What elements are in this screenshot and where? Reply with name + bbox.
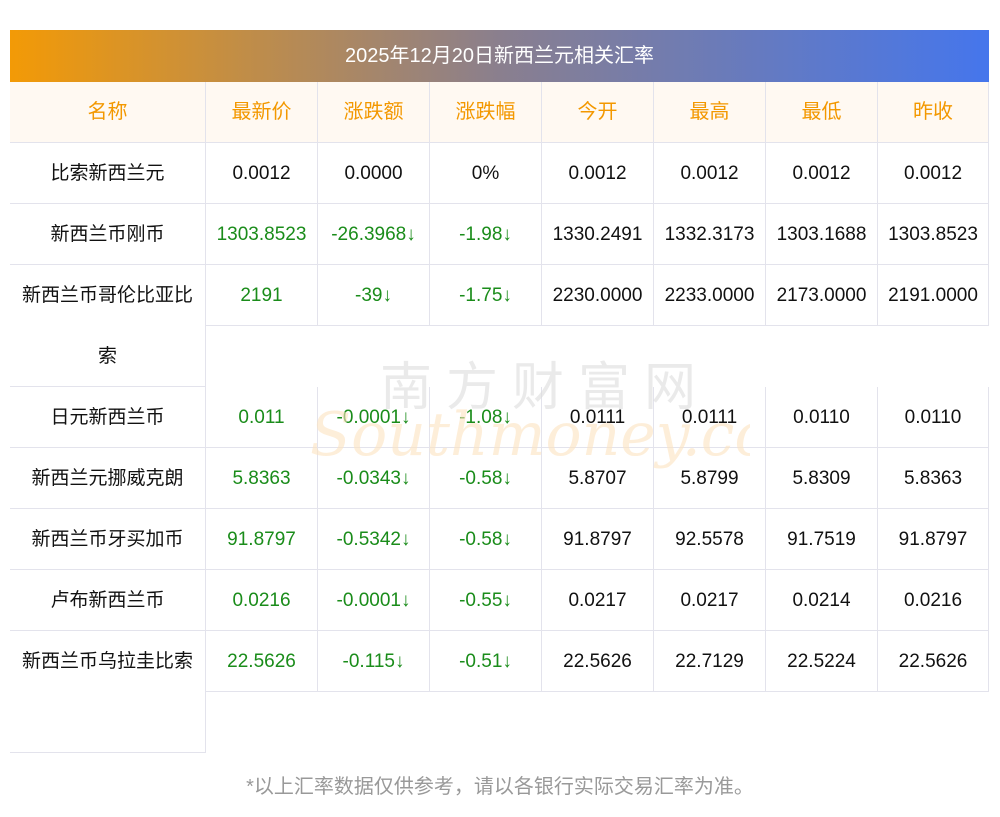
currency-name: 新西兰币乌拉圭比索 [10, 631, 206, 753]
rate-cell: 5.8309 [766, 448, 878, 509]
rate-cell: -0.5342↓ [318, 509, 430, 570]
column-header: 昨收 [878, 82, 989, 143]
table-row: 卢布新西兰币 0.0216 -0.0001↓ -0.55↓ 0.0217 0.0217 0.… [10, 570, 989, 631]
rate-cell: 2191.0000 [878, 265, 989, 326]
rate-cell: 22.5626 [206, 631, 318, 692]
table-row: 日元新西兰币 0.011 -0.0001↓ -1.08↓ 0.0111 0.0111 0.0… [10, 387, 989, 448]
rate-cell: 0.0216 [878, 570, 989, 631]
rate-cell: 0.0111 [654, 387, 766, 448]
rate-cell: -0.0001↓ [318, 387, 430, 448]
exchange-rate-table: 名称 最新价 涨跌额 涨跌幅 今开 最高 最低 昨收 比索新西兰元 0.0012 0.0000 0%… [10, 82, 989, 753]
column-header: 涨跌幅 [430, 82, 542, 143]
rate-cell: 0.0012 [206, 143, 318, 204]
rate-cell: 0.0217 [542, 570, 654, 631]
rate-cell: 0.011 [206, 387, 318, 448]
rate-cell: 5.8707 [542, 448, 654, 509]
rate-cell: 2173.0000 [766, 265, 878, 326]
rate-cell: 5.8363 [878, 448, 989, 509]
rate-cell: -0.0001↓ [318, 570, 430, 631]
rate-cell: -1.08↓ [430, 387, 542, 448]
rate-cell: 2191 [206, 265, 318, 326]
currency-name: 日元新西兰币 [10, 387, 206, 448]
table-title: 2025年12月20日新西兰元相关汇率 [10, 30, 989, 82]
rate-cell: 1303.8523 [206, 204, 318, 265]
currency-name: 卢布新西兰币 [10, 570, 206, 631]
rate-cell: 92.5578 [654, 509, 766, 570]
rate-cell: 1330.2491 [542, 204, 654, 265]
rate-cell: 91.8797 [542, 509, 654, 570]
table-row: 新西兰元挪威克朗 5.8363 -0.0343↓ -0.58↓ 5.8707 5.8799… [10, 448, 989, 509]
rate-cell: 91.8797 [206, 509, 318, 570]
currency-name: 比索新西兰元 [10, 143, 206, 204]
rate-cell: 5.8799 [654, 448, 766, 509]
rate-cell: 22.5626 [878, 631, 989, 692]
rate-cell: 0.0111 [542, 387, 654, 448]
column-header: 最低 [766, 82, 878, 143]
table-row: 比索新西兰元 0.0012 0.0000 0% 0.0012 0.0012 0.0012 0.… [10, 143, 989, 204]
rate-cell: 0.0214 [766, 570, 878, 631]
rate-cell: 0.0217 [654, 570, 766, 631]
table-row: 新西兰币牙买加币 91.8797 -0.5342↓ -0.58↓ 91.8797 92.5… [10, 509, 989, 570]
rate-cell: 2230.0000 [542, 265, 654, 326]
rate-cell: 0.0012 [766, 143, 878, 204]
rate-cell: 0.0012 [878, 143, 989, 204]
rate-cell: 1303.1688 [766, 204, 878, 265]
rate-cell: 22.7129 [654, 631, 766, 692]
rate-cell: -26.3968↓ [318, 204, 430, 265]
rate-cell: 0.0012 [654, 143, 766, 204]
header-row: 名称 最新价 涨跌额 涨跌幅 今开 最高 最低 昨收 [10, 82, 989, 143]
rate-cell: -39↓ [318, 265, 430, 326]
column-header: 最高 [654, 82, 766, 143]
column-header: 涨跌额 [318, 82, 430, 143]
column-header: 今开 [542, 82, 654, 143]
rate-cell: -1.98↓ [430, 204, 542, 265]
table-row: 新西兰币乌拉圭比索 22.5626 -0.115↓ -0.51↓ 22.5626 22.7… [10, 631, 989, 753]
column-header: 名称 [10, 82, 206, 143]
rate-cell: -0.58↓ [430, 509, 542, 570]
rate-cell: 0.0216 [206, 570, 318, 631]
rate-cell: 0.0012 [542, 143, 654, 204]
table-row: 新西兰币刚币 1303.8523 -26.3968↓ -1.98↓ 1330.2491 1… [10, 204, 989, 265]
rate-cell: -1.75↓ [430, 265, 542, 326]
rate-cell: 1303.8523 [878, 204, 989, 265]
rate-cell: -0.51↓ [430, 631, 542, 692]
rate-cell: 91.8797 [878, 509, 989, 570]
currency-name: 新西兰元挪威克朗 [10, 448, 206, 509]
rate-cell: -0.55↓ [430, 570, 542, 631]
rate-cell: 0.0110 [766, 387, 878, 448]
rate-cell: 1332.3173 [654, 204, 766, 265]
disclaimer: *以上汇率数据仅供参考，请以各银行实际交易汇率为准。 [246, 776, 754, 798]
currency-name: 新西兰币哥伦比亚比索 [10, 265, 206, 387]
currency-name: 新西兰币牙买加币 [10, 509, 206, 570]
rate-cell: -0.0343↓ [318, 448, 430, 509]
rate-cell: 0% [430, 143, 542, 204]
rate-cell: 0.0110 [878, 387, 989, 448]
currency-name: 新西兰币刚币 [10, 204, 206, 265]
column-header: 最新价 [206, 82, 318, 143]
rate-cell: 91.7519 [766, 509, 878, 570]
rate-cell: 22.5626 [542, 631, 654, 692]
rate-cell: 5.8363 [206, 448, 318, 509]
rate-cell: 22.5224 [766, 631, 878, 692]
table-row: 新西兰币哥伦比亚比索 2191 -39↓ -1.75↓ 2230.0000 2233.00… [10, 265, 989, 387]
rate-cell: -0.58↓ [430, 448, 542, 509]
rate-cell: -0.115↓ [318, 631, 430, 692]
rate-cell: 0.0000 [318, 143, 430, 204]
rate-cell: 2233.0000 [654, 265, 766, 326]
